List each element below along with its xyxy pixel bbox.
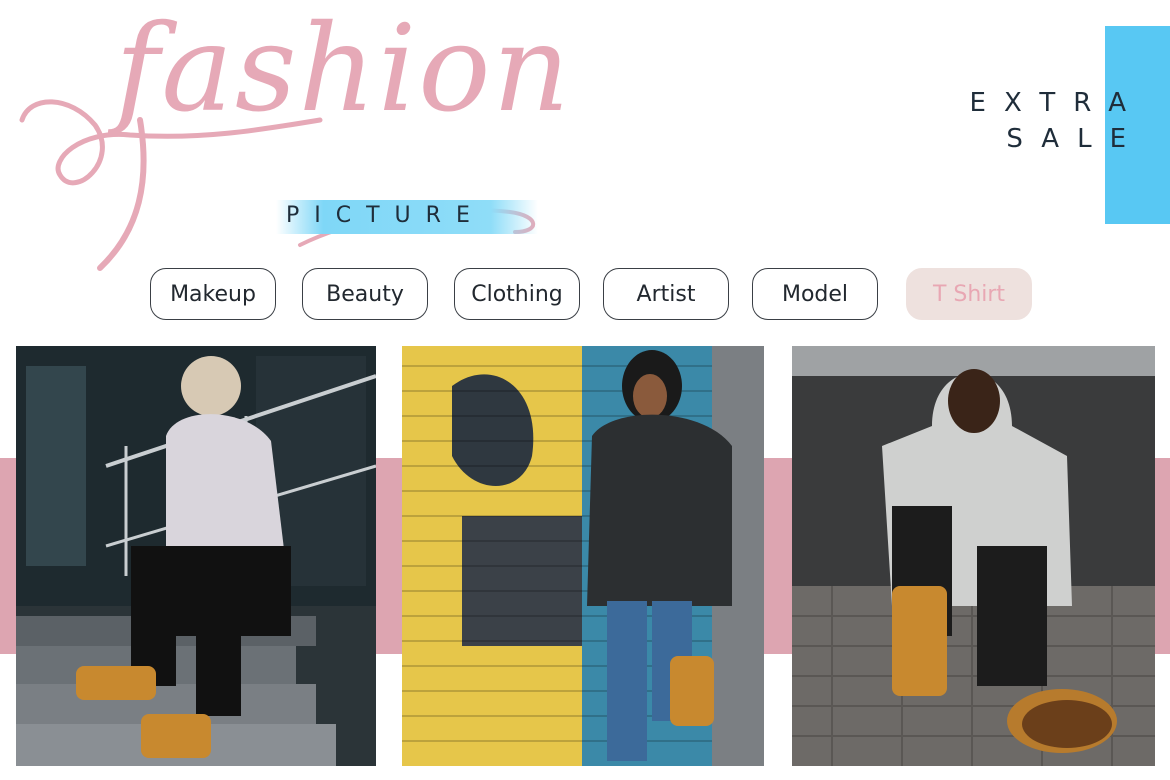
promo-line-sale: SALE: [1006, 124, 1144, 154]
category-tags: Makeup Beauty Clothing Artist Model T Sh…: [0, 268, 1170, 324]
fashion-logo: fashion PICTURE: [0, 0, 570, 280]
tag-t-shirt[interactable]: T Shirt: [906, 268, 1032, 320]
logo-subtitle: PICTURE: [286, 203, 485, 228]
photo-man-sitting[interactable]: [792, 346, 1155, 766]
tag-artist[interactable]: Artist: [603, 268, 729, 320]
photo-woman-graffiti-image: [402, 346, 764, 766]
pink-band-mid-right: [764, 458, 792, 654]
pink-band-mid-left: [376, 458, 402, 654]
photo-man-on-stairs[interactable]: [16, 346, 376, 766]
pink-band-left: [0, 458, 16, 654]
photo-woman-graffiti[interactable]: [402, 346, 764, 766]
tag-makeup[interactable]: Makeup: [150, 268, 276, 320]
tag-beauty[interactable]: Beauty: [302, 268, 428, 320]
tag-clothing[interactable]: Clothing: [454, 268, 580, 320]
promo-line-extra: EXTRA: [969, 88, 1144, 118]
photo-man-on-stairs-image: [16, 346, 376, 766]
tag-model[interactable]: Model: [752, 268, 878, 320]
pink-band-right: [1155, 458, 1170, 654]
logo-script-title: fashion: [115, 0, 572, 139]
photo-man-sitting-image: [792, 346, 1155, 766]
